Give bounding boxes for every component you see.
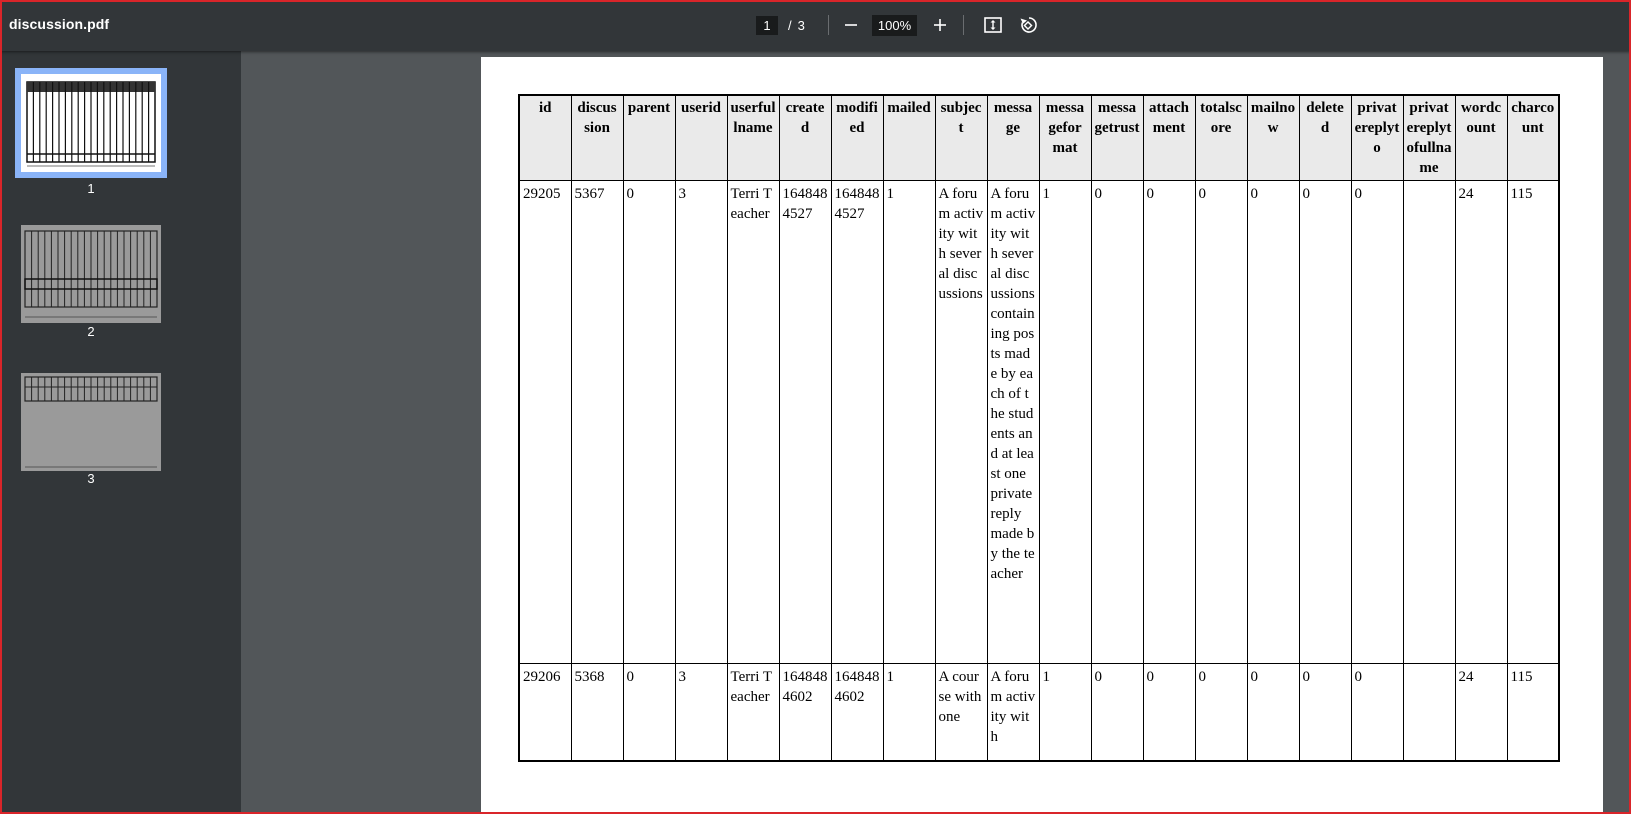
- toolbar-divider: [963, 15, 964, 35]
- column-header: id: [518, 94, 572, 181]
- table-cell: 24: [1454, 663, 1508, 761]
- column-header: wordcount: [1454, 94, 1508, 181]
- document-title: discussion.pdf: [9, 16, 110, 32]
- column-header: userfullname: [726, 94, 780, 181]
- table-cell: 5367: [570, 180, 624, 664]
- column-header: message: [986, 94, 1040, 181]
- column-header: privatereplytofullname: [1402, 94, 1456, 181]
- total-pages: 3: [797, 18, 805, 33]
- column-header: charcount: [1506, 94, 1560, 181]
- table-cell: 0: [622, 180, 676, 664]
- table-cell: A forum activity with: [986, 663, 1040, 761]
- table-cell: 0: [1142, 663, 1196, 761]
- table-row: 29206 5368 0 3 Terri Teacher 1648484602 164848…: [518, 663, 1560, 761]
- rotate-button[interactable]: [1015, 12, 1041, 38]
- column-header: mailed: [882, 94, 936, 181]
- thumbnail-preview-icon: [24, 230, 158, 318]
- column-header: totalscore: [1194, 94, 1248, 181]
- vertical-scrollbar[interactable]: [1604, 51, 1631, 814]
- table-cell: 0: [1298, 180, 1352, 664]
- table-cell: [1402, 663, 1456, 761]
- thumbnail-preview-icon: [24, 376, 158, 468]
- table-cell: 0: [1246, 180, 1300, 664]
- pdf-page: id discussion parent userid userfullname crea…: [481, 57, 1603, 814]
- page-separator: /: [788, 18, 792, 33]
- pdf-toolbar: discussion.pdf / 3: [0, 0, 1631, 51]
- table-cell: 0: [1194, 180, 1248, 664]
- table-cell: 3: [674, 663, 728, 761]
- table-cell: 0: [1090, 180, 1144, 664]
- column-header: messagetrust: [1090, 94, 1144, 181]
- pdf-viewer: id discussion parent userid userfullname crea…: [241, 51, 1631, 814]
- table-cell: 1648484527: [830, 180, 884, 664]
- column-header: userid: [674, 94, 728, 181]
- table-cell: 1648484527: [778, 180, 832, 664]
- page-thumbnail-2[interactable]: [21, 225, 161, 323]
- table-cell: 1: [1038, 180, 1092, 664]
- table-cell: A forum activity with several discussion…: [934, 180, 988, 664]
- thumbnail-label: 1: [87, 181, 95, 196]
- table-cell: 29205: [518, 180, 572, 664]
- thumbnail-preview-icon: [26, 81, 156, 167]
- data-table: id discussion parent userid userfullname crea…: [518, 94, 1560, 762]
- table-cell: 115: [1506, 180, 1560, 664]
- fit-to-page-icon: [984, 17, 1002, 33]
- thumbnail-label: 3: [87, 471, 95, 486]
- thumbnail-label: 2: [87, 324, 95, 339]
- toolbar-divider: [828, 15, 829, 35]
- table-cell: 115: [1506, 663, 1560, 761]
- column-header: parent: [622, 94, 676, 181]
- column-header: mailnow: [1246, 94, 1300, 181]
- table-cell: A course with one: [934, 663, 988, 761]
- column-header: created: [778, 94, 832, 181]
- zoom-out-button[interactable]: [838, 12, 864, 38]
- column-header: privatereplyto: [1350, 94, 1404, 181]
- table-cell: 0: [1142, 180, 1196, 664]
- table-cell: 0: [1090, 663, 1144, 761]
- plus-icon: [934, 19, 946, 31]
- current-page-input[interactable]: [756, 16, 778, 35]
- table-cell: 0: [1350, 663, 1404, 761]
- column-header: attachment: [1142, 94, 1196, 181]
- table-cell: 1648484602: [830, 663, 884, 761]
- table-cell: 5368: [570, 663, 624, 761]
- column-header: modified: [830, 94, 884, 181]
- minus-icon: [845, 24, 857, 26]
- rotate-icon: [1020, 17, 1037, 33]
- page-thumbnail-1[interactable]: [21, 74, 161, 172]
- table-cell: 3: [674, 180, 728, 664]
- column-header: deleted: [1298, 94, 1352, 181]
- table-cell: 0: [1298, 663, 1352, 761]
- table-cell: 0: [1350, 180, 1404, 664]
- table-cell: 0: [1194, 663, 1248, 761]
- table-cell: 1648484602: [778, 663, 832, 761]
- table-cell: 0: [1246, 663, 1300, 761]
- table-cell: Terri Teacher: [726, 663, 780, 761]
- table-cell: Terri Teacher: [726, 180, 780, 664]
- column-header: messageformat: [1038, 94, 1092, 181]
- table-row: 29205 5367 0 3 Terri Teacher 1648484527 164848…: [518, 180, 1560, 664]
- table-cell: 29206: [518, 663, 572, 761]
- page-selector: / 3: [756, 15, 805, 36]
- zoom-level-input[interactable]: [872, 15, 917, 36]
- zoom-in-button[interactable]: [927, 12, 953, 38]
- table-cell: 24: [1454, 180, 1508, 664]
- fit-to-page-button[interactable]: [980, 12, 1006, 38]
- table-cell: 0: [622, 663, 676, 761]
- column-header: subject: [934, 94, 988, 181]
- table-cell: 1: [1038, 663, 1092, 761]
- page-thumbnail-3[interactable]: [21, 373, 161, 471]
- table-cell: A forum activity with several discussion…: [986, 180, 1040, 664]
- table-header-row: id discussion parent userid userfullname crea…: [518, 94, 1560, 181]
- table-cell: 1: [882, 180, 936, 664]
- thumbnail-sidebar: 1 2 3: [0, 51, 241, 814]
- table-cell: [1402, 180, 1456, 664]
- table-cell: 1: [882, 663, 936, 761]
- column-header: discussion: [570, 94, 624, 181]
